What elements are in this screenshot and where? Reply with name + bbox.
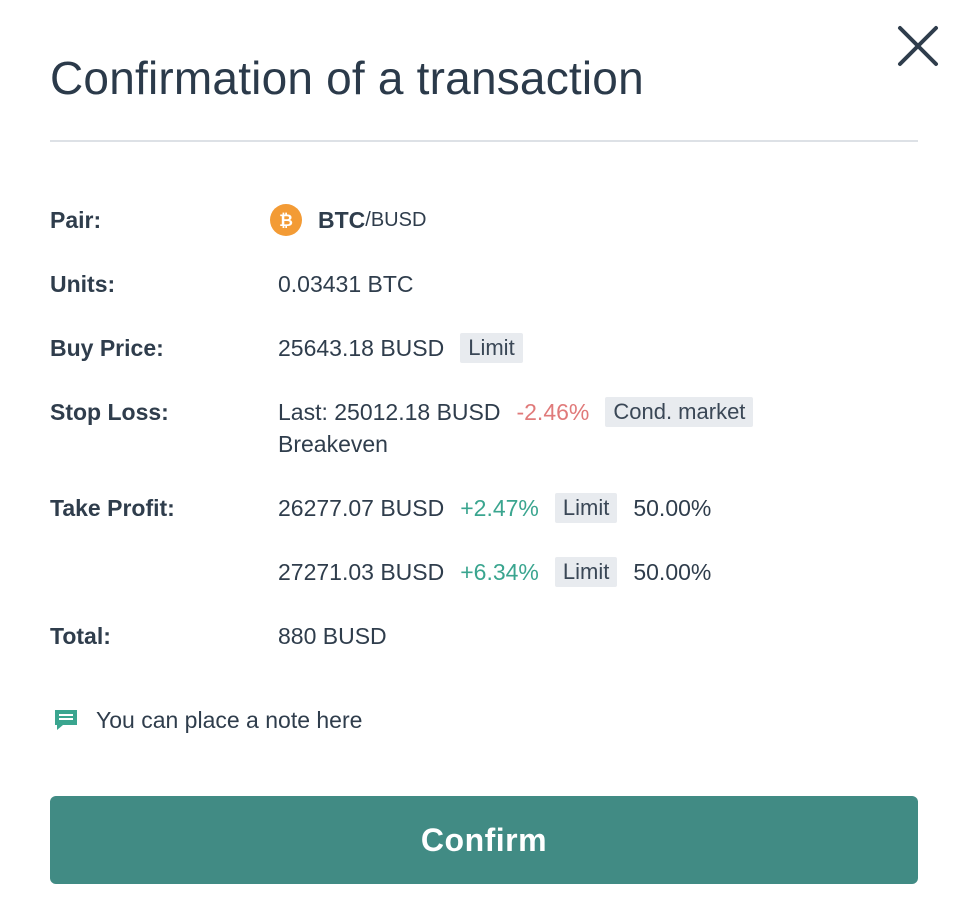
stop-loss-label: Stop Loss: bbox=[50, 399, 169, 425]
total-label: Total: bbox=[50, 623, 111, 649]
confirm-button[interactable]: Confirm bbox=[50, 796, 918, 884]
close-icon bbox=[898, 26, 938, 66]
units-label: Units: bbox=[50, 271, 116, 297]
header-divider bbox=[50, 140, 918, 142]
pair-label: Pair: bbox=[50, 207, 102, 233]
stop-loss-mode: Breakeven bbox=[278, 431, 388, 457]
take-profit-target-2: 27271.03 BUSD +6.34% Limit 50.00% bbox=[278, 556, 711, 588]
take-profit-label: Take Profit: bbox=[50, 495, 175, 521]
units-amount: 0.03431 BTC bbox=[278, 271, 414, 297]
buy-price-label: Buy Price: bbox=[50, 335, 164, 361]
take-profit-type-badge: Limit bbox=[554, 493, 618, 523]
take-profit-change: +2.47% bbox=[460, 495, 539, 521]
buy-price-amount: 25643.18 BUSD bbox=[278, 335, 445, 361]
pair-quote: /BUSD bbox=[365, 209, 427, 231]
add-note-link[interactable]: You can place a note here bbox=[52, 704, 362, 736]
note-placeholder: You can place a note here bbox=[96, 707, 363, 733]
total-value: 880 BUSD bbox=[278, 620, 387, 652]
buy-order-type-badge: Limit bbox=[460, 333, 523, 363]
dialog-title: Confirmation of a transaction bbox=[50, 52, 644, 104]
take-profit-change: +6.34% bbox=[460, 559, 539, 585]
take-profit-price: 26277.07 BUSD bbox=[278, 495, 445, 521]
take-profit-type-badge: Limit bbox=[554, 557, 618, 587]
confirmation-dialog: Confirmation of a transaction Pair: ₿ BT… bbox=[0, 0, 968, 916]
svg-text:₿: ₿ bbox=[279, 211, 293, 230]
pair-value: ₿ BTC/BUSD bbox=[270, 204, 427, 236]
stop-loss-value: Last: 25012.18 BUSD -2.46% Cond. market bbox=[278, 396, 754, 428]
comment-icon bbox=[55, 710, 77, 730]
stop-loss-change: -2.46% bbox=[516, 399, 590, 425]
close-button[interactable] bbox=[894, 22, 942, 70]
take-profit-price: 27271.03 BUSD bbox=[278, 559, 445, 585]
bitcoin-icon: ₿ bbox=[270, 204, 302, 236]
take-profit-share: 50.00% bbox=[633, 559, 712, 585]
stop-loss-mode-line: Breakeven bbox=[278, 428, 388, 460]
buy-price-value: 25643.18 BUSD Limit bbox=[278, 332, 523, 364]
total-amount: 880 BUSD bbox=[278, 623, 387, 649]
take-profit-share: 50.00% bbox=[633, 495, 712, 521]
pair-base: BTC bbox=[318, 207, 366, 233]
stop-loss-type-badge: Cond. market bbox=[605, 397, 754, 427]
stop-loss-price: Last: 25012.18 BUSD bbox=[278, 399, 501, 425]
units-value: 0.03431 BTC bbox=[278, 268, 414, 300]
take-profit-target-1: 26277.07 BUSD +2.47% Limit 50.00% bbox=[278, 492, 711, 524]
